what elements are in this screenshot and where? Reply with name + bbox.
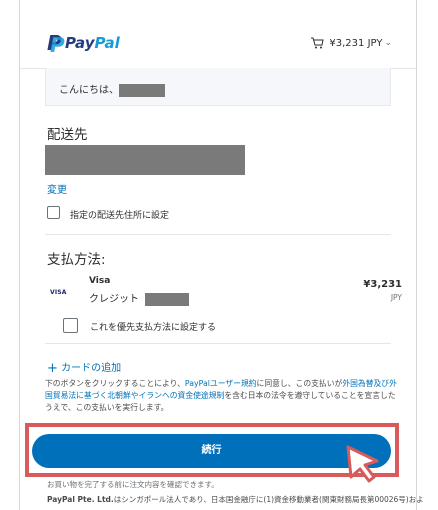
divider xyxy=(45,343,391,344)
preferred-payment-checkbox[interactable] xyxy=(63,318,78,333)
company-disclosure: PayPal Pte. Ltd.はシンガポール法人であり、日本国金融庁に(1)資… xyxy=(47,494,424,505)
divider xyxy=(45,234,391,235)
plus-icon: + xyxy=(47,361,58,376)
redacted-name xyxy=(119,83,165,97)
brand-part2: Pal xyxy=(94,34,120,52)
legal-text-part: 下のボタンをクリックすることにより、 xyxy=(45,379,185,388)
shipping-title: 配送先 xyxy=(47,127,88,143)
card-brand: Visa xyxy=(89,276,111,286)
redacted-address xyxy=(45,145,245,175)
payment-title: 支払方法: xyxy=(47,252,106,268)
company-disclosure-text: はシンガポール法人であり、日本国金融庁に(1)資金移動業者(関東財務局長第000… xyxy=(113,495,424,504)
paypal-mark-icon: PP xyxy=(47,31,65,57)
company-name: PayPal Pte. Ltd. xyxy=(47,495,114,504)
review-note: お買い物を完了する前に注文内容を確認できます。 xyxy=(47,480,219,489)
paypal-logo: PP PayPal xyxy=(45,31,120,57)
pointer-cursor-icon xyxy=(346,445,379,483)
legal-text: 下のボタンをクリックすることにより、PayPalユーザー規約に同意し、この支払い… xyxy=(45,378,400,414)
cart-summary[interactable]: ¥3,231 JPY ⌄ xyxy=(310,37,392,49)
default-address-label: 指定の配送先住所に設定 xyxy=(70,211,170,221)
preferred-payment-label: これを優先支払方法に設定する xyxy=(90,323,217,333)
continue-button[interactable]: 続行 xyxy=(32,434,391,468)
user-agreement-link[interactable]: PayPalユーザー規約 xyxy=(185,379,257,388)
card-type: クレジット xyxy=(89,290,190,306)
payment-amount: ¥3,231 xyxy=(363,279,402,290)
brand-part1: Pay xyxy=(65,34,95,52)
redacted-card-number xyxy=(145,292,190,306)
default-address-checkbox[interactable] xyxy=(47,206,60,219)
header: PP PayPal ¥3,231 JPY ⌄ xyxy=(20,0,416,69)
add-card-button[interactable]: + カードの追加 xyxy=(47,359,121,376)
legal-text-part: に同意し、この支払いが xyxy=(256,379,343,388)
visa-card-icon: VISA xyxy=(50,289,67,296)
greeting-text: こんにちは、 xyxy=(59,85,119,96)
card-type-label: クレジット xyxy=(89,294,139,305)
change-address-link[interactable]: 変更 xyxy=(47,181,67,196)
cart-amount: ¥3,231 JPY xyxy=(329,37,383,49)
greeting-banner: こんにちは、 xyxy=(45,68,391,106)
add-card-label: カードの追加 xyxy=(61,363,122,374)
chevron-down-icon: ⌄ xyxy=(384,38,392,48)
cart-icon xyxy=(311,37,325,49)
payment-currency: JPY xyxy=(390,293,402,302)
